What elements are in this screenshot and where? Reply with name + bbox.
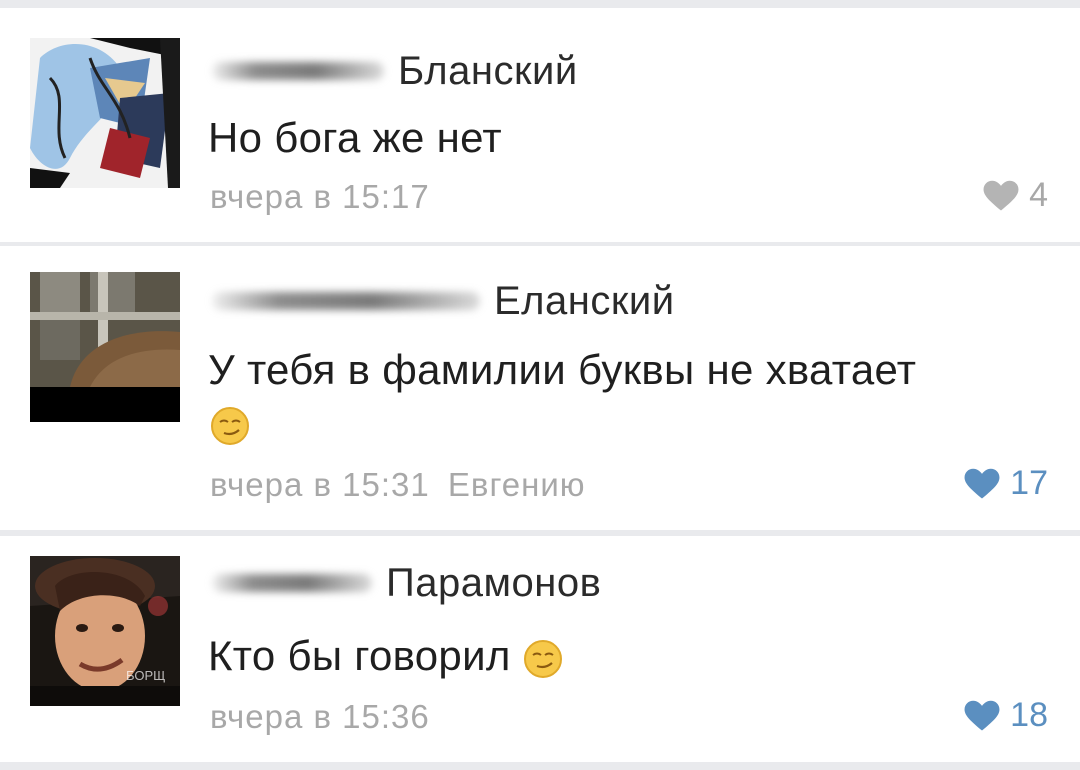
comment-item: БОРЩ Парамонов Кто бы говорил вчера в 15… [0, 536, 1080, 762]
comment-time: вчера в 15:36 [210, 698, 430, 735]
heart-icon [964, 468, 1000, 499]
comment-item: Бланский Но бога же нет вчера в 15:17 4 [0, 8, 1080, 242]
redacted-first-name [212, 62, 384, 80]
like-count: 17 [1010, 464, 1048, 502]
heart-icon [964, 700, 1000, 731]
like-count: 4 [1029, 176, 1048, 214]
redacted-first-name [212, 292, 480, 310]
avatar[interactable]: БОРЩ [30, 556, 180, 706]
comment-text-content: У тебя в фамилии буквы не хватает [208, 346, 917, 393]
comment-time: вчера в 15:17 [210, 178, 430, 215]
smirk-emoji-icon [210, 406, 250, 446]
like-count: 18 [1010, 696, 1048, 734]
heart-icon [983, 180, 1019, 211]
like-button[interactable]: 4 [983, 176, 1048, 215]
author-surname: Еланский [494, 278, 675, 323]
comment-meta: вчера в 15:36 [210, 698, 430, 736]
reply-to-link[interactable]: Евгению [448, 466, 586, 503]
avatar[interactable] [30, 38, 180, 188]
comment-author[interactable]: Парамонов [212, 558, 601, 608]
comment-text: Кто бы говорил [208, 632, 563, 680]
like-button[interactable]: 17 [964, 464, 1048, 503]
comment-text: Но бога же нет [208, 114, 502, 161]
comment-meta: вчера в 15:17 [210, 178, 430, 216]
author-surname: Бланский [398, 48, 578, 93]
comment-text-content: Кто бы говорил [208, 632, 511, 679]
avatar[interactable] [30, 272, 180, 422]
comment-author[interactable]: Еланский [212, 276, 675, 326]
redacted-first-name [212, 574, 372, 592]
comment-item: Еланский У тебя в фамилии буквы не хвата… [0, 246, 1080, 530]
comment-text: У тебя в фамилии буквы не хватает [208, 346, 916, 394]
author-surname: Парамонов [386, 560, 602, 605]
watermark-text: БОРЩ [126, 668, 166, 683]
like-button[interactable]: 18 [964, 696, 1048, 735]
comment-meta: вчера в 15:31 Евгению [210, 466, 586, 504]
comment-author[interactable]: Бланский [212, 46, 578, 96]
comment-time: вчера в 15:31 [210, 466, 430, 503]
smirk-emoji-icon [523, 639, 562, 678]
